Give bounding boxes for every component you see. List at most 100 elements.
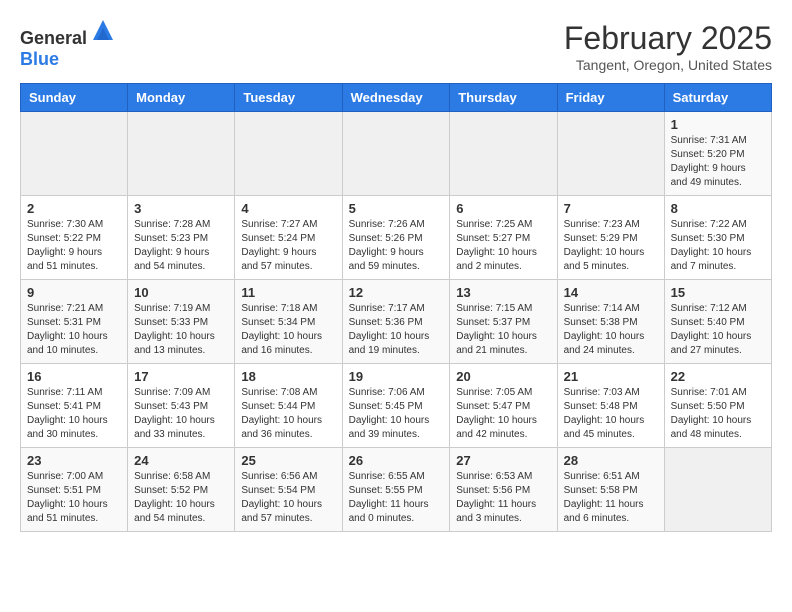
calendar-cell: 19 Sunrise: 7:06 AM Sunset: 5:45 PM Dayli… (342, 364, 450, 448)
calendar-body: 1 Sunrise: 7:31 AM Sunset: 5:20 PM Daylig… (21, 112, 772, 532)
day-number: 18 (241, 369, 335, 384)
logo-text: General Blue (20, 20, 117, 70)
day-info: Sunrise: 6:51 AM Sunset: 5:58 PM Dayligh… (564, 470, 658, 526)
weekday-header-thursday: Thursday (450, 84, 557, 112)
weekday-header-monday: Monday (128, 84, 235, 112)
day-number: 28 (564, 453, 658, 468)
day-number: 3 (134, 201, 228, 216)
calendar-cell (21, 112, 128, 196)
calendar-cell: 3 Sunrise: 7:28 AM Sunset: 5:23 PM Daylig… (128, 196, 235, 280)
calendar-cell: 27Sunrise: 6:53 AM Sunset: 5:56 PM Dayli… (450, 448, 557, 532)
day-info: Sunrise: 7:14 AM Sunset: 5:38 PM Dayligh… (564, 302, 658, 358)
day-info: Sunrise: 7:23 AM Sunset: 5:29 PM Dayligh… (564, 218, 658, 274)
calendar-header: SundayMondayTuesdayWednesdayThursdayFrid… (21, 84, 772, 112)
day-info: Sunrise: 7:25 AM Sunset: 5:27 PM Dayligh… (456, 218, 550, 274)
day-info: Sunrise: 7:11 AM Sunset: 5:41 PM Dayligh… (27, 386, 121, 442)
weekday-header-tuesday: Tuesday (235, 84, 342, 112)
day-number: 23 (27, 453, 121, 468)
day-info: Sunrise: 7:05 AM Sunset: 5:47 PM Dayligh… (456, 386, 550, 442)
calendar-cell: 13Sunrise: 7:15 AM Sunset: 5:37 PM Dayli… (450, 280, 557, 364)
calendar-cell: 7 Sunrise: 7:23 AM Sunset: 5:29 PM Daylig… (557, 196, 664, 280)
day-number: 19 (349, 369, 444, 384)
day-info: Sunrise: 7:28 AM Sunset: 5:23 PM Dayligh… (134, 218, 228, 274)
calendar-cell (557, 112, 664, 196)
calendar-cell: 22 Sunrise: 7:01 AM Sunset: 5:50 PM Dayli… (664, 364, 771, 448)
day-number: 1 (671, 117, 765, 132)
day-info: Sunrise: 7:21 AM Sunset: 5:31 PM Dayligh… (27, 302, 121, 358)
calendar-cell: 1 Sunrise: 7:31 AM Sunset: 5:20 PM Daylig… (664, 112, 771, 196)
day-number: 22 (671, 369, 765, 384)
calendar-cell: 2Sunrise: 7:30 AM Sunset: 5:22 PM Daylig… (21, 196, 128, 280)
calendar-cell: 6Sunrise: 7:25 AM Sunset: 5:27 PM Daylig… (450, 196, 557, 280)
day-number: 17 (134, 369, 228, 384)
title-block: February 2025 Tangent, Oregon, United St… (564, 20, 772, 73)
day-info: Sunrise: 6:56 AM Sunset: 5:54 PM Dayligh… (241, 470, 335, 526)
day-info: Sunrise: 7:19 AM Sunset: 5:33 PM Dayligh… (134, 302, 228, 358)
day-number: 24 (134, 453, 228, 468)
logo: General Blue (20, 20, 117, 70)
logo-icon (89, 16, 117, 44)
day-info: Sunrise: 6:58 AM Sunset: 5:52 PM Dayligh… (134, 470, 228, 526)
day-number: 16 (27, 369, 121, 384)
calendar-cell: 14 Sunrise: 7:14 AM Sunset: 5:38 PM Dayli… (557, 280, 664, 364)
calendar-cell: 5Sunrise: 7:26 AM Sunset: 5:26 PM Daylig… (342, 196, 450, 280)
calendar-cell (664, 448, 771, 532)
calendar-cell: 11Sunrise: 7:18 AM Sunset: 5:34 PM Dayli… (235, 280, 342, 364)
day-info: Sunrise: 7:12 AM Sunset: 5:40 PM Dayligh… (671, 302, 765, 358)
day-info: Sunrise: 6:55 AM Sunset: 5:55 PM Dayligh… (349, 470, 444, 526)
calendar-week-row: 2Sunrise: 7:30 AM Sunset: 5:22 PM Daylig… (21, 196, 772, 280)
weekday-header-friday: Friday (557, 84, 664, 112)
day-info: Sunrise: 7:01 AM Sunset: 5:50 PM Dayligh… (671, 386, 765, 442)
day-number: 14 (564, 285, 658, 300)
day-info: Sunrise: 7:03 AM Sunset: 5:48 PM Dayligh… (564, 386, 658, 442)
calendar-week-row: 23Sunrise: 7:00 AM Sunset: 5:51 PM Dayli… (21, 448, 772, 532)
calendar-cell: 24 Sunrise: 6:58 AM Sunset: 5:52 PM Dayli… (128, 448, 235, 532)
day-number: 20 (456, 369, 550, 384)
calendar-cell (128, 112, 235, 196)
day-info: Sunrise: 7:15 AM Sunset: 5:37 PM Dayligh… (456, 302, 550, 358)
calendar-cell: 26 Sunrise: 6:55 AM Sunset: 5:55 PM Dayli… (342, 448, 450, 532)
calendar-week-row: 16 Sunrise: 7:11 AM Sunset: 5:41 PM Dayli… (21, 364, 772, 448)
day-info: Sunrise: 7:09 AM Sunset: 5:43 PM Dayligh… (134, 386, 228, 442)
day-number: 5 (349, 201, 444, 216)
calendar-title: February 2025 (564, 20, 772, 57)
day-number: 4 (241, 201, 335, 216)
day-number: 7 (564, 201, 658, 216)
calendar-cell: 12Sunrise: 7:17 AM Sunset: 5:36 PM Dayli… (342, 280, 450, 364)
calendar-cell: 21 Sunrise: 7:03 AM Sunset: 5:48 PM Dayli… (557, 364, 664, 448)
weekday-header-sunday: Sunday (21, 84, 128, 112)
day-info: Sunrise: 7:27 AM Sunset: 5:24 PM Dayligh… (241, 218, 335, 274)
calendar-table: SundayMondayTuesdayWednesdayThursdayFrid… (20, 83, 772, 532)
calendar-cell: 18 Sunrise: 7:08 AM Sunset: 5:44 PM Dayli… (235, 364, 342, 448)
day-info: Sunrise: 7:06 AM Sunset: 5:45 PM Dayligh… (349, 386, 444, 442)
day-info: Sunrise: 7:31 AM Sunset: 5:20 PM Dayligh… (671, 134, 765, 190)
calendar-cell (235, 112, 342, 196)
day-number: 21 (564, 369, 658, 384)
day-number: 2 (27, 201, 121, 216)
day-info: Sunrise: 7:22 AM Sunset: 5:30 PM Dayligh… (671, 218, 765, 274)
calendar-subtitle: Tangent, Oregon, United States (564, 57, 772, 73)
calendar-week-row: 9Sunrise: 7:21 AM Sunset: 5:31 PM Daylig… (21, 280, 772, 364)
calendar-cell: 8Sunrise: 7:22 AM Sunset: 5:30 PM Daylig… (664, 196, 771, 280)
calendar-cell: 17 Sunrise: 7:09 AM Sunset: 5:43 PM Dayli… (128, 364, 235, 448)
calendar-cell: 16 Sunrise: 7:11 AM Sunset: 5:41 PM Dayli… (21, 364, 128, 448)
calendar-cell: 23Sunrise: 7:00 AM Sunset: 5:51 PM Dayli… (21, 448, 128, 532)
calendar-cell: 15Sunrise: 7:12 AM Sunset: 5:40 PM Dayli… (664, 280, 771, 364)
weekday-header-saturday: Saturday (664, 84, 771, 112)
weekday-header-row: SundayMondayTuesdayWednesdayThursdayFrid… (21, 84, 772, 112)
day-info: Sunrise: 7:08 AM Sunset: 5:44 PM Dayligh… (241, 386, 335, 442)
logo-general: General (20, 28, 87, 48)
day-number: 11 (241, 285, 335, 300)
calendar-cell: 10 Sunrise: 7:19 AM Sunset: 5:33 PM Dayli… (128, 280, 235, 364)
day-number: 10 (134, 285, 228, 300)
calendar-cell: 9Sunrise: 7:21 AM Sunset: 5:31 PM Daylig… (21, 280, 128, 364)
logo-blue: Blue (20, 49, 59, 69)
calendar-cell: 28 Sunrise: 6:51 AM Sunset: 5:58 PM Dayli… (557, 448, 664, 532)
calendar-cell: 4 Sunrise: 7:27 AM Sunset: 5:24 PM Daylig… (235, 196, 342, 280)
day-info: Sunrise: 7:17 AM Sunset: 5:36 PM Dayligh… (349, 302, 444, 358)
calendar-cell: 20 Sunrise: 7:05 AM Sunset: 5:47 PM Dayli… (450, 364, 557, 448)
calendar-cell: 25 Sunrise: 6:56 AM Sunset: 5:54 PM Dayli… (235, 448, 342, 532)
day-number: 26 (349, 453, 444, 468)
page-header: General Blue February 2025 Tangent, Oreg… (20, 20, 772, 73)
day-number: 25 (241, 453, 335, 468)
